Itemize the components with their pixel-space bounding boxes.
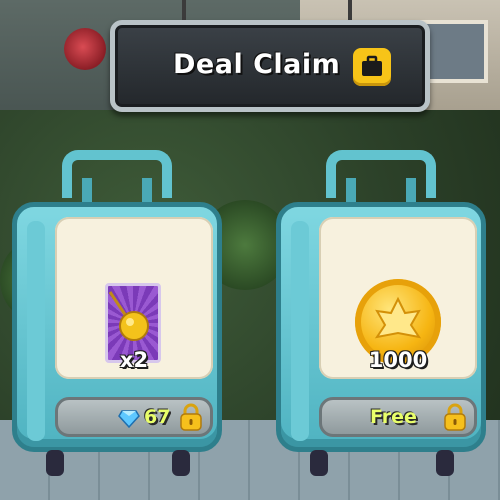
suitcase-body: 1000 Free (276, 202, 486, 452)
suitcase-wheel (46, 450, 64, 476)
padlock-icon (444, 403, 466, 431)
offer-card-pendant[interactable]: x2 67 (12, 150, 222, 480)
item-panel: 1000 (319, 217, 477, 379)
suitcase-wheel (310, 450, 328, 476)
diamond-icon (118, 410, 140, 428)
offer-card-coins[interactable]: 1000 Free (276, 150, 486, 480)
briefcase-icon (353, 48, 391, 86)
price-label: 67 (144, 406, 171, 428)
suitcase-wheel (436, 450, 454, 476)
item-quantity: 1000 (368, 348, 428, 372)
claim-free-button[interactable]: Free (319, 397, 477, 437)
suitcase-wheel (172, 450, 190, 476)
rose-decoration (64, 28, 106, 70)
deal-claim-banner: Deal Claim (110, 20, 430, 112)
suitcase-handle (326, 150, 436, 198)
item-panel: x2 (55, 217, 213, 379)
house-window (420, 20, 488, 83)
suitcase-strap (291, 221, 309, 441)
claim-button[interactable]: 67 (55, 397, 213, 437)
padlock-icon (180, 403, 202, 431)
banner-title: Deal Claim (173, 49, 341, 80)
suitcase-body: x2 67 (12, 202, 222, 452)
suitcase-handle (62, 150, 172, 198)
price-label: Free (370, 406, 417, 428)
item-quantity: x2 (119, 348, 149, 372)
suitcase-strap (27, 221, 45, 441)
